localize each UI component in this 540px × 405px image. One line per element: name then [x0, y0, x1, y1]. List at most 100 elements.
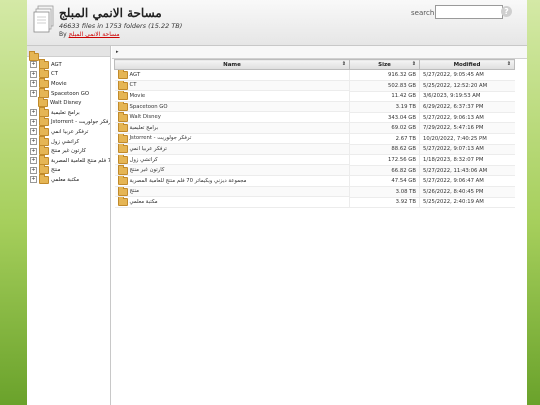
table-row[interactable]: ترفكر عربيا انمي 88.62 GB 5/27/2022, 9:07:… — [114, 144, 515, 156]
folder-icon — [117, 144, 128, 154]
by-label: By — [59, 31, 67, 38]
tree-item-label: Movie — [51, 80, 67, 87]
file-name[interactable]: كراتشي زول — [130, 157, 158, 163]
column-header-modified[interactable]: Modified ⇕ — [419, 59, 515, 70]
file-name[interactable]: Movie — [130, 93, 146, 99]
tree-item-label: مكتبة معلمي — [51, 176, 80, 183]
file-name[interactable]: AGT — [130, 72, 141, 78]
expand-icon[interactable]: + — [30, 80, 37, 88]
table-row[interactable]: مجموعة ديزني ويكيماتر 70 فلم منتج للعامي… — [114, 175, 515, 188]
table-row[interactable]: Spacetoon GO 3.19 TB 6/29/2022, 6:37:37 PM — [114, 101, 515, 113]
file-name[interactable]: مكتبة معلمي — [130, 199, 158, 205]
file-name-cell[interactable]: CT — [114, 80, 349, 92]
file-name-cell[interactable]: Walt Disney — [114, 112, 349, 123]
file-name[interactable]: Spacetoon GO — [130, 104, 168, 110]
folder-icon — [117, 197, 128, 207]
tree-item-label: كراتشي زول — [51, 138, 80, 145]
folder-tree: + AGT + CT + Movie + Spacetoon GO Walt Disney + بر… — [27, 46, 111, 405]
file-name-cell[interactable]: كارتون غير منتج — [114, 165, 349, 176]
table-row[interactable]: منتج 3.08 TB 5/26/2022, 8:40:45 PM — [114, 186, 515, 198]
file-name[interactable]: Walt Disney — [130, 114, 161, 120]
help-icon[interactable]: ? — [501, 6, 512, 17]
table-row[interactable]: كارتون غير منتج 66.82 GB 5/27/2022, 11:43:… — [114, 165, 515, 177]
file-size: 66.82 GB — [349, 165, 420, 177]
file-name-cell[interactable]: مكتبة معلمي — [114, 197, 349, 208]
file-size: 2.67 TB — [349, 133, 420, 145]
breadcrumb[interactable]: ▸ — [112, 46, 527, 59]
table-row[interactable]: Movie 11.42 GB 3/6/2023, 9:19:53 AM — [114, 91, 515, 103]
expand-icon[interactable]: + — [30, 118, 37, 126]
expand-icon[interactable]: + — [30, 90, 37, 98]
file-name-cell[interactable]: Spacetoon GO — [114, 101, 349, 113]
tree-root[interactable] — [27, 46, 110, 61]
folder-icon — [117, 91, 128, 101]
file-modified: 5/27/2022, 9:06:13 AM — [419, 112, 515, 124]
file-name[interactable]: Jstorrent - ترفكر جولوريت — [130, 135, 192, 141]
file-name-cell[interactable]: برامج تعليمية — [114, 122, 349, 134]
search-label: search: — [411, 9, 437, 17]
file-name-cell[interactable]: كراتشي زول — [114, 154, 349, 166]
document-stack-icon — [33, 5, 54, 33]
background-right — [527, 0, 540, 405]
tree-item-label: منتج — [51, 167, 61, 174]
expand-icon[interactable]: + — [30, 138, 37, 146]
file-name[interactable]: ترفكر عربيا انمي — [130, 146, 167, 152]
file-name[interactable]: كارتون غير منتج — [130, 167, 165, 173]
folder-icon — [29, 51, 39, 61]
tree-item-label: كارتون غير منتج — [51, 148, 86, 155]
file-size: 3.19 TB — [349, 101, 420, 113]
tree-item-label: CT — [51, 71, 58, 78]
expand-icon[interactable]: + — [30, 166, 37, 174]
file-name[interactable]: مجموعة ديزني ويكيماتر 70 فلم منتج للعامي… — [130, 178, 247, 184]
file-modified: 10/20/2022, 7:40:25 PM — [419, 133, 515, 145]
expand-icon[interactable]: + — [30, 109, 37, 117]
column-header-size[interactable]: Size ⇕ — [349, 59, 420, 70]
table-row[interactable]: CT 502.83 GB 5/25/2022, 12:52:20 AM — [114, 80, 515, 92]
file-modified: 6/29/2022, 6:37:37 PM — [419, 101, 515, 113]
byline: By مساحة الانمي المبلج — [59, 31, 120, 38]
file-table: Name ⇕ Size ⇕ Modified ⇕ AGT 916.32 GB 5/27/2… — [114, 59, 515, 209]
author-link[interactable]: مساحة الانمي المبلج — [69, 31, 120, 38]
page-title: مساحة الانمي المبلج — [59, 6, 162, 20]
file-name-cell[interactable]: منتج — [114, 186, 349, 198]
table-row[interactable]: كراتشي زول 172.56 GB 1/18/2023, 8:32:07 PM — [114, 154, 515, 166]
file-name[interactable]: منتج — [130, 188, 139, 194]
file-name[interactable]: برامج تعليمية — [130, 125, 159, 131]
tree-item-label: Jstorrent - ترفكر جولوريت — [51, 119, 111, 126]
folder-icon — [117, 175, 128, 186]
file-modified: 5/27/2022, 9:07:13 AM — [419, 144, 515, 156]
folder-icon — [39, 173, 49, 184]
file-size: 172.56 GB — [349, 154, 420, 166]
expand-icon[interactable]: + — [30, 70, 37, 78]
file-modified: 5/27/2022, 9:05:45 AM — [419, 69, 515, 82]
tree-item[interactable]: + مكتبة معلمي — [27, 173, 110, 185]
file-name-cell[interactable]: AGT — [114, 70, 349, 81]
file-size: 502.83 GB — [349, 80, 420, 92]
folder-icon — [117, 70, 128, 80]
expand-icon[interactable]: + — [30, 61, 37, 69]
expand-icon[interactable]: + — [30, 176, 37, 184]
search-input[interactable] — [435, 5, 503, 19]
table-row[interactable]: Jstorrent - ترفكر جولوريت 2.67 TB 10/20/20… — [114, 133, 515, 145]
file-name-cell[interactable]: Movie — [114, 91, 349, 102]
table-row[interactable]: AGT 916.32 GB 5/27/2022, 9:05:45 AM — [114, 69, 515, 82]
file-modified: 5/27/2022, 9:06:47 AM — [419, 175, 515, 188]
expand-icon[interactable]: + — [30, 157, 37, 165]
table-row[interactable]: برامج تعليمية 69.02 GB 7/29/2022, 5:47:16 … — [114, 122, 515, 135]
folder-icon — [117, 101, 128, 112]
expand-icon[interactable]: + — [30, 128, 37, 136]
sort-icon: ⇕ — [411, 61, 416, 67]
table-row[interactable]: مكتبة معلمي 3.92 TB 5/25/2022, 2:40:19 AM — [114, 197, 515, 209]
file-name-cell[interactable]: مجموعة ديزني ويكيماتر 70 فلم منتج للعامي… — [114, 175, 349, 187]
table-row[interactable]: Walt Disney 343.04 GB 5/27/2022, 9:06:13 A… — [114, 112, 515, 124]
folder-icon — [117, 80, 128, 90]
expand-icon[interactable]: + — [30, 147, 37, 155]
file-list-pane: ▸ Name ⇕ Size ⇕ Modified ⇕ AGT 916.32 GB 5/27… — [112, 46, 527, 405]
column-header-name[interactable]: Name ⇕ — [114, 59, 350, 70]
file-name-cell[interactable]: ترفكر عربيا انمي — [114, 144, 349, 155]
tree-item-label: برامج تعليمية — [51, 109, 80, 116]
file-size: 916.32 GB — [349, 69, 420, 82]
file-name[interactable]: CT — [130, 82, 137, 88]
file-name-cell[interactable]: Jstorrent - ترفكر جولوريت — [114, 133, 349, 145]
file-size: 88.62 GB — [349, 144, 420, 156]
